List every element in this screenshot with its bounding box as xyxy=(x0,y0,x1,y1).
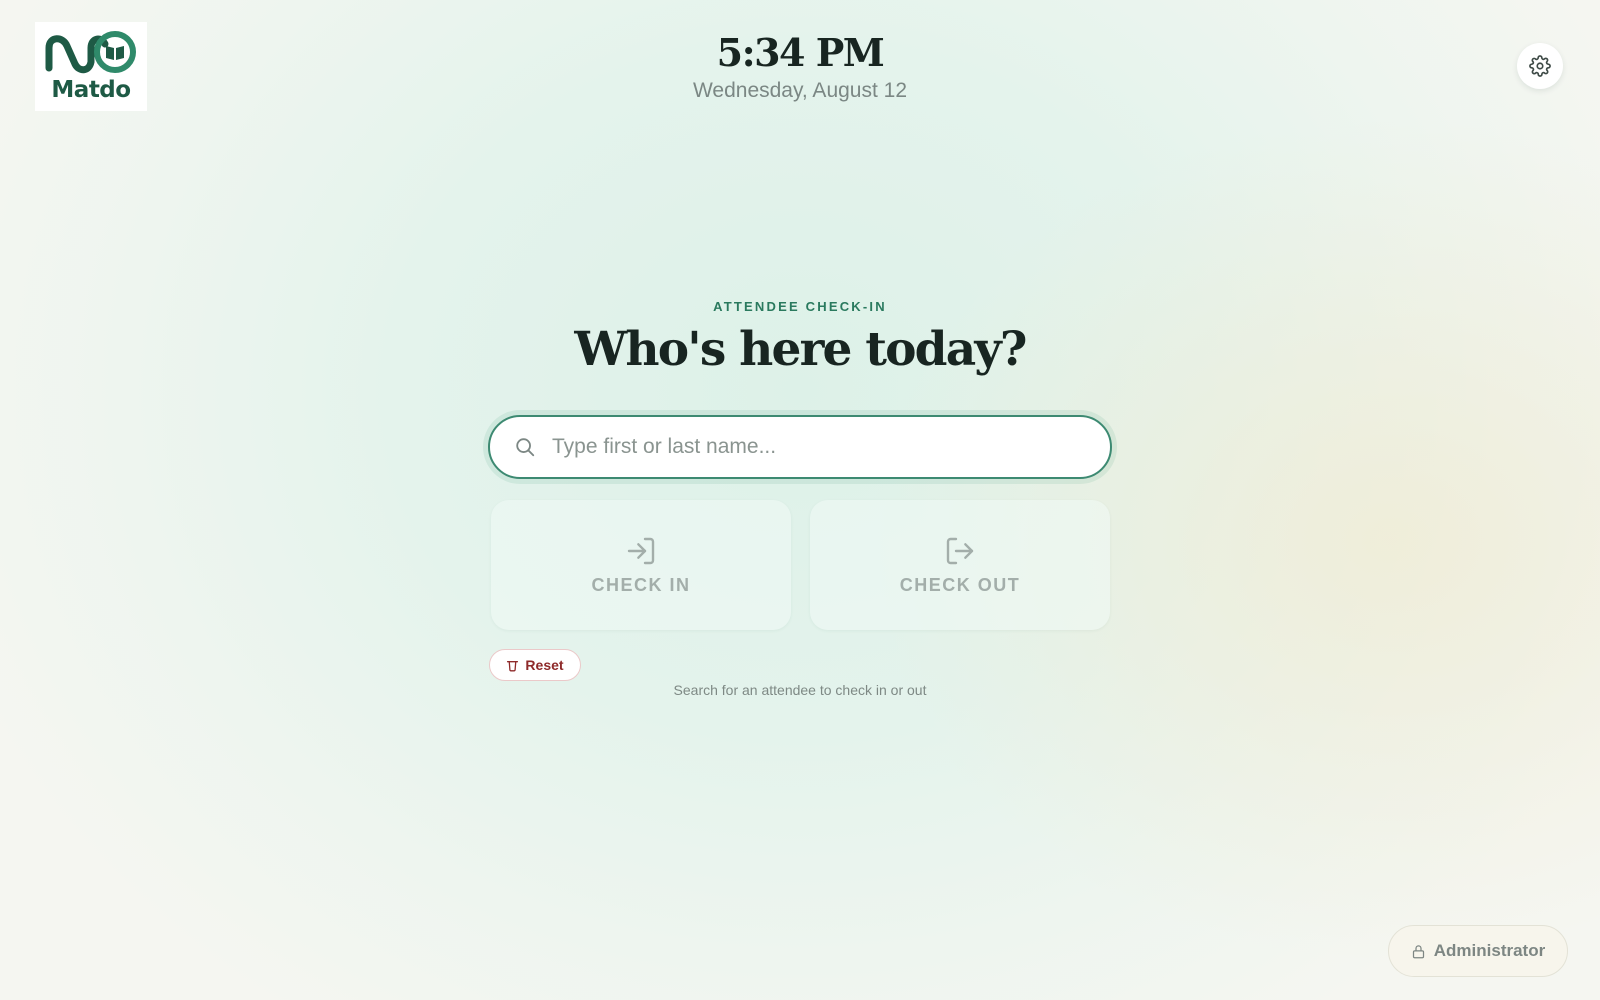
clock: 5:34 PM Wednesday, August 12 xyxy=(0,28,1600,104)
clock-time: 5:34 PM xyxy=(716,30,885,75)
administrator-button[interactable]: Administrator xyxy=(1388,925,1568,977)
check-out-button[interactable]: CHECK OUT xyxy=(810,500,1110,630)
administrator-label: Administrator xyxy=(1433,941,1546,960)
lock-icon xyxy=(1412,944,1424,958)
reset-button[interactable]: Reset xyxy=(489,649,581,681)
search-icon xyxy=(512,434,538,460)
gear-icon xyxy=(1529,55,1551,77)
check-in-button[interactable]: CHECK IN xyxy=(491,500,791,630)
check-out-label: CHECK OUT xyxy=(899,574,1021,595)
search-box[interactable] xyxy=(488,415,1112,479)
reset-label: Reset xyxy=(525,657,564,673)
logout-arrow-icon xyxy=(946,537,974,564)
page-title: Who's here today? xyxy=(574,322,1027,377)
search-input[interactable] xyxy=(550,426,1110,468)
section-eyebrow: ATTENDEE CHECK-IN xyxy=(713,299,887,314)
clock-date: Wednesday, August 12 xyxy=(692,79,908,102)
login-arrow-icon xyxy=(627,537,655,564)
settings-button[interactable] xyxy=(1517,43,1563,89)
trash-icon xyxy=(507,660,519,671)
helper-text: Search for an attendee to check in or ou… xyxy=(673,682,927,698)
check-in-label: CHECK IN xyxy=(591,574,691,595)
